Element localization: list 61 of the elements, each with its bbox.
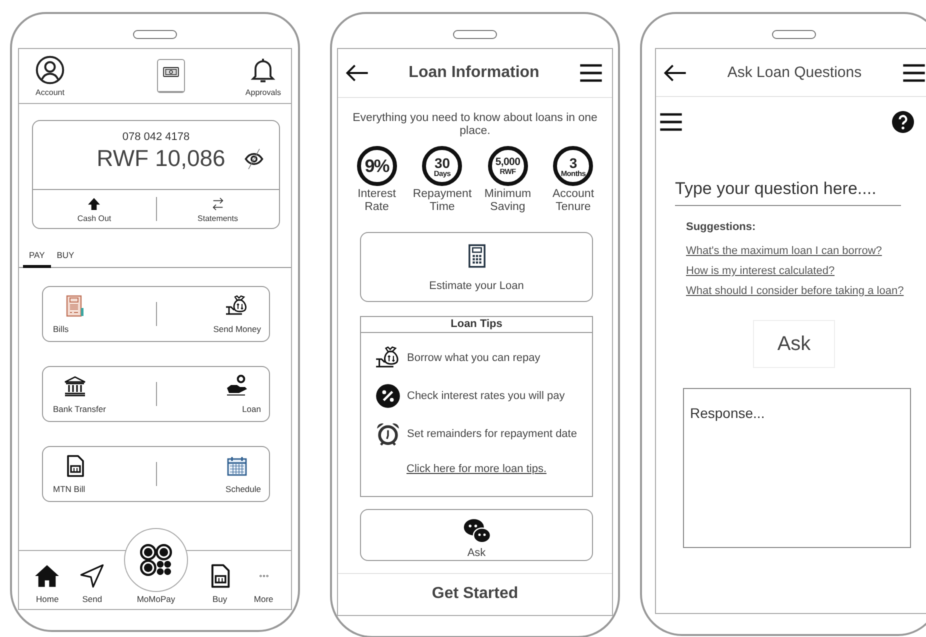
intro-text: Everything you need to know about loans in one place. <box>352 111 598 138</box>
calendar-icon <box>225 454 249 478</box>
tip-text: Check interest rates you will pay <box>407 390 565 402</box>
wallet-tab[interactable] <box>157 59 186 93</box>
more-tips-link[interactable]: Click here for more loan tips. <box>361 462 592 475</box>
tab[interactable]: BUY <box>50 246 80 268</box>
help-icon[interactable] <box>891 110 915 134</box>
bank-icon <box>63 374 87 398</box>
response-field[interactable]: Response... <box>683 388 911 548</box>
tip-text: Set remainders for repayment date <box>407 428 577 440</box>
nav-item[interactable]: Send <box>79 563 106 604</box>
eye-icon[interactable] <box>243 148 266 170</box>
speaker-notch <box>772 30 816 39</box>
speaker-notch <box>133 30 177 39</box>
account-icon <box>35 55 65 85</box>
suggestion-link[interactable]: What's the maximum loan I can borrow? <box>686 245 882 257</box>
dot-grid-icon <box>138 543 173 577</box>
nav-item[interactable]: Buy <box>206 563 233 604</box>
estimate-loan-button[interactable]: Estimate your Loan <box>360 232 593 302</box>
alarm-clock-icon <box>375 420 401 447</box>
ask-button[interactable]: Ask <box>753 320 835 368</box>
stat-label: Account Tenure <box>551 188 596 214</box>
home-icon <box>34 563 60 589</box>
stat-value: 9% <box>364 157 389 176</box>
stat-label: Repayment Time <box>412 188 473 214</box>
stat-value: 3 <box>569 156 578 170</box>
up-arrow-icon <box>86 196 102 212</box>
panel-title: Loan Tips <box>361 316 592 333</box>
balance-action[interactable]: Cash Out <box>33 196 156 222</box>
suggestion-link[interactable]: What should I consider before taking a loan? <box>686 285 904 297</box>
service-button[interactable]: MTN Bill <box>51 454 156 494</box>
ask-button[interactable]: Ask <box>360 508 593 561</box>
screen-title: Ask Loan Questions <box>727 64 862 81</box>
nav-item[interactable]: MoMoPay <box>124 528 188 604</box>
paper-plane-icon <box>79 563 106 589</box>
service-button[interactable]: Bank Transfer <box>51 374 156 414</box>
service-button[interactable]: Send Money <box>156 294 261 334</box>
screen-title: Loan Information <box>408 64 540 82</box>
stat-label: Interest Rate <box>356 188 397 214</box>
stat-label: Minimum Saving <box>483 188 532 214</box>
service-button[interactable]: Loan <box>156 374 261 414</box>
percent-icon <box>375 382 401 409</box>
service-button[interactable]: Schedule <box>156 454 261 494</box>
tab[interactable]: PAY <box>23 246 51 268</box>
banknote-icon <box>162 66 180 78</box>
balance-action[interactable]: Statements <box>156 196 279 222</box>
stat-value: 30 <box>434 156 450 170</box>
balance-amount: RWF 10,086 <box>96 145 226 172</box>
suggestions-label: Suggestions: <box>686 221 757 233</box>
hand-coin-icon <box>225 374 249 398</box>
service-button[interactable]: Bills <box>51 294 156 334</box>
suggestion-link[interactable]: How is my interest calculated? <box>686 265 835 277</box>
nav-item[interactable]: More <box>252 563 276 604</box>
approvals-button[interactable]: Approvals <box>245 55 281 97</box>
get-started-button[interactable]: Get Started <box>338 573 612 613</box>
nav-item[interactable]: Home <box>34 563 60 604</box>
phone-number: 078 042 4178 <box>122 131 190 143</box>
speaker-notch <box>453 30 497 39</box>
account-button[interactable]: Account <box>35 55 65 97</box>
stat-value: 5,000 <box>495 157 520 168</box>
tip-text: Borrow what you can repay <box>407 352 540 364</box>
